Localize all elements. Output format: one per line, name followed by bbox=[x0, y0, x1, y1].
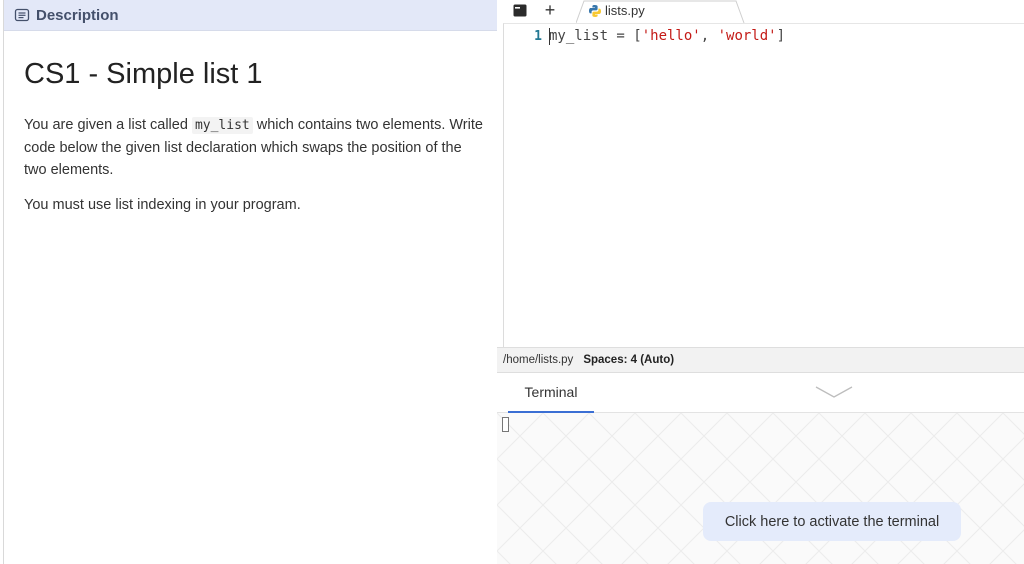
activate-terminal-button[interactable]: Click here to activate the terminal bbox=[703, 502, 961, 541]
task-title: CS1 - Simple list 1 bbox=[24, 58, 263, 90]
file-tab-lists-py[interactable]: lists.py bbox=[576, 0, 746, 24]
editor-statusbar: /home/lists.py Spaces: 4 (Auto) bbox=[497, 347, 1024, 373]
code-token: my_list = [ bbox=[549, 28, 642, 44]
terminal-cursor bbox=[502, 417, 509, 432]
indent-setting[interactable]: Spaces: 4 (Auto) bbox=[583, 354, 674, 366]
file-path: /home/lists.py bbox=[503, 354, 574, 366]
description-panel: Description CS1 - Simple list 1 You are … bbox=[3, 0, 498, 564]
task-text-before: You are given a list called bbox=[24, 117, 192, 133]
code-token-string: 'hello' bbox=[641, 28, 701, 44]
line-number: 1 bbox=[534, 28, 542, 44]
file-tab-label: lists.py bbox=[605, 3, 645, 18]
description-body: CS1 - Simple list 1 You are given a list… bbox=[4, 57, 497, 216]
description-title: Description bbox=[36, 6, 119, 24]
editor-panel: + lists.py 1 my_list = [ 'hello' , 'worl… bbox=[497, 0, 1024, 564]
description-header[interactable]: Description bbox=[4, 0, 497, 31]
document-icon bbox=[14, 7, 30, 23]
python-icon bbox=[588, 4, 602, 18]
terminal-area[interactable]: Click here to activate the terminal bbox=[497, 413, 1024, 564]
chevron-down-icon[interactable] bbox=[814, 384, 854, 400]
terminal-tabbar: Terminal bbox=[497, 373, 1024, 413]
task-instructions: You are given a list called my_list whic… bbox=[24, 114, 484, 181]
code-editor[interactable]: 1 my_list = [ 'hello' , 'world' ] bbox=[503, 23, 1024, 347]
terminal-icon[interactable] bbox=[510, 1, 530, 19]
add-tab-button[interactable]: + bbox=[540, 0, 560, 20]
tab-terminal[interactable]: Terminal bbox=[508, 373, 594, 413]
editor-tabbar: + lists.py bbox=[497, 0, 1024, 24]
inline-code: my_list bbox=[191, 117, 253, 134]
code-token: ] bbox=[776, 28, 786, 44]
terminal-background-pattern bbox=[497, 413, 1024, 564]
code-token: , bbox=[700, 28, 718, 44]
code-token-string: 'world' bbox=[717, 28, 777, 44]
task-requirement: You must use list indexing in your progr… bbox=[24, 197, 301, 213]
code-line[interactable]: 1 my_list = [ 'hello' , 'world' ] bbox=[504, 26, 785, 46]
